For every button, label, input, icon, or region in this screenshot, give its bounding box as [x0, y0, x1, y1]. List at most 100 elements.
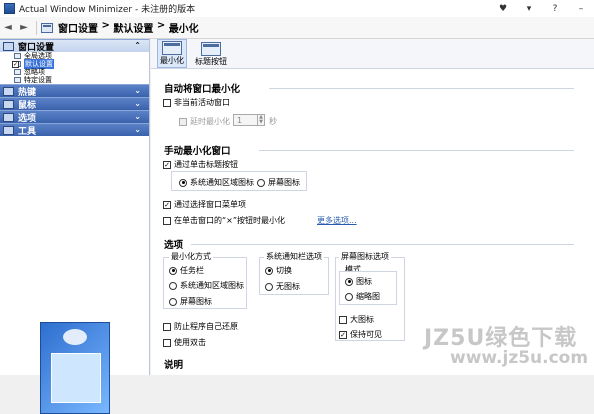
window-icon	[3, 41, 14, 51]
chevron-up-icon[interactable]: ⌃	[134, 41, 141, 50]
checkbox-label: 在单击窗口的“×”按钮时最小化	[174, 216, 285, 225]
section-manual-title: 手动最小化窗口	[164, 146, 231, 157]
radio-dot[interactable]	[257, 178, 265, 187]
radio-dot[interactable]	[169, 266, 177, 275]
breadcrumb-part[interactable]: 默认设置	[113, 20, 153, 35]
chevron-down-icon[interactable]: ⌄	[134, 99, 141, 108]
mode-screen-radio[interactable]: 屏幕图标	[169, 296, 212, 307]
radio-label: 无图标	[276, 282, 300, 291]
sidebar-group-label: 选项	[18, 113, 37, 124]
large-icon-checkbox[interactable]: 大图标	[339, 314, 374, 325]
app-icon	[4, 3, 15, 14]
breadcrumb-part[interactable]: 窗口设置	[58, 20, 98, 35]
minimize-mode-title: 最小化方式	[169, 251, 213, 262]
help-icon[interactable]: ?	[542, 0, 568, 17]
delay-minimize-checkbox[interactable]: 延时最小化	[179, 116, 230, 127]
screen-thumb-radio[interactable]: 缩略图	[345, 291, 380, 302]
sidebar-group-window-settings[interactable]: 窗口设置 ⌃	[0, 39, 149, 53]
mouse-icon	[3, 99, 14, 109]
tools-icon	[3, 125, 14, 135]
tray-icon-radio[interactable]: 系统通知区域图标	[179, 177, 254, 188]
chevron-down-icon[interactable]: ⌄	[134, 125, 141, 134]
mode-taskbar-radio[interactable]: 任务栏	[169, 265, 204, 276]
radio-dot[interactable]	[265, 266, 273, 275]
checkbox-box[interactable]	[163, 338, 171, 347]
breadcrumb-separator: >	[153, 20, 169, 31]
checkbox-box[interactable]	[163, 98, 171, 107]
sidebar-group-mouse[interactable]: 鼠标 ⌄	[0, 97, 149, 111]
radio-label: 图标	[356, 277, 372, 286]
navigation-bar: ◄ ► 窗口设置 > 默认设置 > 最小化	[0, 17, 594, 39]
checkbox-label: 延时最小化	[190, 117, 230, 126]
breadcrumb-separator: >	[98, 20, 114, 31]
sidebar-item-global[interactable]: 全局选项	[0, 52, 149, 60]
inactive-window-checkbox[interactable]: 非当前活动窗口	[163, 97, 230, 108]
ignore-icon	[14, 69, 21, 75]
sidebar-group-options[interactable]: 选项 ⌄	[0, 110, 149, 124]
minimize-icon[interactable]: –	[568, 0, 594, 17]
radio-label: 缩略图	[356, 292, 380, 301]
checkbox-label: 通过选择窗口菜单项	[174, 200, 246, 209]
close-button-checkbox[interactable]: 在单击窗口的“×”按钮时最小化	[163, 215, 285, 226]
checkbox-box[interactable]: ✓	[339, 330, 347, 339]
radio-dot[interactable]	[179, 178, 187, 187]
sidebar-group-label: 工具	[18, 126, 37, 137]
sidebar-group-tools[interactable]: 工具 ⌄	[0, 123, 149, 137]
product-window-graphic	[51, 353, 101, 403]
window-menu-checkbox[interactable]: ✓ 通过选择窗口菜单项	[163, 199, 246, 210]
checkbox-box[interactable]	[179, 117, 187, 126]
checkbox-box[interactable]	[163, 322, 171, 331]
sidebar-item-specific[interactable]: 特定设置	[0, 76, 149, 84]
checkbox-box[interactable]: ✓	[163, 160, 171, 169]
title-button-checkbox[interactable]: ✓ 通过单击标题按钮	[163, 159, 238, 170]
tab-minimize[interactable]: 最小化	[157, 39, 187, 68]
sidebar-group-label: 鼠标	[18, 100, 37, 111]
settings-toolbar: 最小化 标题按钮	[151, 39, 594, 69]
chevron-down-icon[interactable]: ⌄	[134, 112, 141, 121]
divider	[259, 150, 574, 151]
tray-switch-radio[interactable]: 切换	[265, 265, 292, 276]
stepper-arrows-icon[interactable]: ▲ ▼	[257, 115, 264, 125]
screen-icon-radio[interactable]: 屏幕图标	[257, 177, 300, 188]
stepper-value[interactable]: 1	[237, 116, 242, 125]
forward-icon[interactable]: ►	[16, 20, 32, 36]
tray-noicon-radio[interactable]: 无图标	[265, 281, 300, 292]
prevent-restore-checkbox[interactable]: 防止程序自己还原	[163, 321, 238, 332]
minimize-tab-icon	[162, 41, 182, 55]
checkbox-label: 使用双击	[174, 338, 206, 347]
heart-icon[interactable]: ♥	[490, 0, 516, 17]
screen-icon-radio-2[interactable]: 图标	[345, 276, 372, 287]
checkbox-box[interactable]: ✓	[163, 200, 171, 209]
radio-label: 系统通知区域图标	[180, 281, 244, 290]
checkbox-icon[interactable]: ✓	[12, 60, 19, 68]
chevron-down-icon[interactable]: ⌄	[134, 86, 141, 95]
radio-label: 屏幕图标	[180, 297, 212, 306]
double-click-checkbox[interactable]: 使用双击	[163, 337, 206, 348]
delay-seconds-stepper[interactable]: 1 ▲ ▼	[233, 114, 265, 126]
back-icon[interactable]: ◄	[0, 20, 16, 36]
checkbox-box[interactable]	[163, 216, 171, 225]
radio-dot[interactable]	[345, 277, 353, 286]
radio-dot[interactable]	[345, 292, 353, 301]
divider	[191, 244, 574, 245]
tab-label: 标题按钮	[195, 57, 227, 66]
section-notes-title: 说明	[164, 360, 184, 371]
dropdown-icon[interactable]: ▾	[516, 0, 542, 17]
checkbox-label: 非当前活动窗口	[174, 98, 230, 107]
more-options-link[interactable]: 更多选项...	[317, 215, 357, 226]
keep-visible-checkbox[interactable]: ✓ 保持可见	[339, 329, 382, 340]
checkbox-box[interactable]	[339, 315, 347, 324]
radio-dot[interactable]	[169, 281, 177, 290]
radio-dot[interactable]	[169, 297, 177, 306]
product-box-image	[40, 322, 110, 414]
radio-dot[interactable]	[265, 282, 273, 291]
sidebar-item-ignore[interactable]: 忽略项	[0, 68, 149, 76]
sidebar-item-default[interactable]: ✓ 默认设置	[0, 59, 149, 69]
radio-label: 任务栏	[180, 266, 204, 275]
tab-title-buttons[interactable]: 标题按钮	[193, 41, 229, 68]
options-icon	[3, 112, 14, 122]
seconds-unit: 秒	[269, 117, 277, 126]
section-auto-title: 自动将窗口最小化	[164, 84, 241, 95]
mode-tray-radio[interactable]: 系统通知区域图标	[169, 280, 244, 291]
sidebar-group-hotkeys[interactable]: 热键 ⌄	[0, 84, 149, 98]
